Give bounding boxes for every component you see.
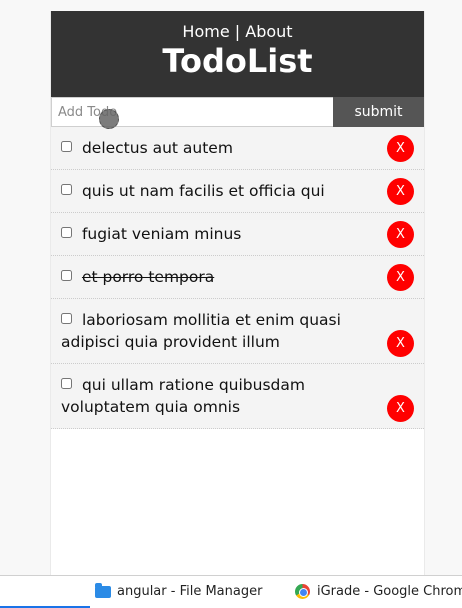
delete-todo-button[interactable]: X (387, 178, 414, 205)
nav-home-link[interactable]: Home (182, 22, 229, 41)
taskbar-chrome[interactable]: iGrade - Google Chrome (295, 584, 462, 599)
todo-app: Home | About TodoList submit delectus au… (50, 11, 425, 576)
todo-title: delectus aut autem (81, 139, 233, 157)
delete-todo-button[interactable]: X (387, 330, 414, 357)
todo-checkbox[interactable] (61, 313, 72, 324)
todo-checkbox[interactable] (61, 227, 72, 238)
todo-title: qui ullam ratione quibusdam voluptatem q… (61, 376, 305, 416)
todo-item: qui ullam ratione quibusdam voluptatem q… (51, 364, 424, 429)
todo-item: quis ut nam facilis et officia qui X (51, 170, 424, 213)
mouse-cursor-icon (99, 109, 119, 129)
todo-item-completed: et porro tempora X (51, 256, 424, 299)
todo-list: delectus aut autem X quis ut nam facilis… (51, 127, 424, 429)
todo-item: delectus aut autem X (51, 127, 424, 170)
nav-about-link[interactable]: About (245, 22, 292, 41)
taskbar-file-manager-label: angular - File Manager (117, 584, 263, 599)
todo-title: laboriosam mollitia et enim quasi adipis… (61, 311, 341, 351)
taskbar-file-manager[interactable]: angular - File Manager (95, 582, 263, 599)
todo-checkbox[interactable] (61, 184, 72, 195)
todo-item: laboriosam mollitia et enim quasi adipis… (51, 299, 424, 364)
nav-bar: Home | About (51, 11, 424, 42)
add-todo-input[interactable] (51, 97, 333, 127)
delete-todo-button[interactable]: X (387, 264, 414, 291)
delete-todo-button[interactable]: X (387, 135, 414, 162)
submit-button[interactable]: submit (333, 97, 424, 127)
folder-icon (95, 582, 111, 598)
taskbar: angular - File Manager iGrade - Google C… (0, 575, 462, 608)
todo-title: et porro tempora (81, 268, 215, 286)
todo-title: quis ut nam facilis et officia qui (81, 182, 325, 200)
chrome-icon (295, 584, 310, 599)
todo-checkbox[interactable] (61, 141, 72, 152)
app-header: Home | About TodoList (51, 11, 424, 97)
todo-checkbox[interactable] (61, 270, 72, 281)
delete-todo-button[interactable]: X (387, 395, 414, 422)
todo-item: fugiat veniam minus X (51, 213, 424, 256)
taskbar-chrome-label: iGrade - Google Chrome (317, 584, 462, 599)
todo-title: fugiat veniam minus (81, 225, 242, 243)
delete-todo-button[interactable]: X (387, 221, 414, 248)
todo-checkbox[interactable] (61, 378, 72, 389)
app-title: TodoList (162, 42, 313, 80)
nav-separator: | (234, 22, 241, 41)
